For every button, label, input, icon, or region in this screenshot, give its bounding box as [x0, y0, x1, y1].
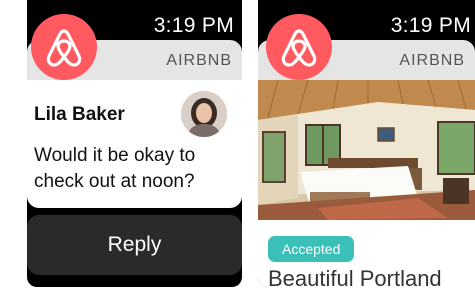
- airbnb-logo-icon: [266, 14, 332, 80]
- watch-screen-message: 3:19 PM AIRBNB Lila Baker Would it be ok…: [27, 0, 242, 287]
- message-line: Would it be okay to: [34, 145, 196, 166]
- status-badge: Accepted: [268, 236, 355, 262]
- status-time: 3:19 PM: [390, 14, 471, 37]
- message-line: check out at noon?: [34, 171, 195, 192]
- sender-name: Lila Baker: [34, 104, 125, 125]
- message-text: Would it be okay to check out at noon?: [34, 143, 234, 195]
- message-card[interactable]: Lila Baker Would it be okay to check out…: [27, 80, 242, 208]
- app-name: AIRBNB: [399, 52, 465, 69]
- watch-screen-listing: 3:19 PM AIRBNB Accepted Beautiful Portla…: [258, 0, 475, 287]
- reply-button[interactable]: Reply: [27, 215, 242, 275]
- airbnb-logo-icon: [31, 14, 97, 80]
- listing-card[interactable]: Accepted Beautiful Portland: [258, 220, 475, 287]
- listing-title: Beautiful Portland: [268, 266, 442, 287]
- status-time: 3:19 PM: [153, 14, 234, 37]
- avatar: [181, 91, 227, 137]
- listing-photo[interactable]: [258, 80, 475, 220]
- app-name: AIRBNB: [166, 52, 232, 69]
